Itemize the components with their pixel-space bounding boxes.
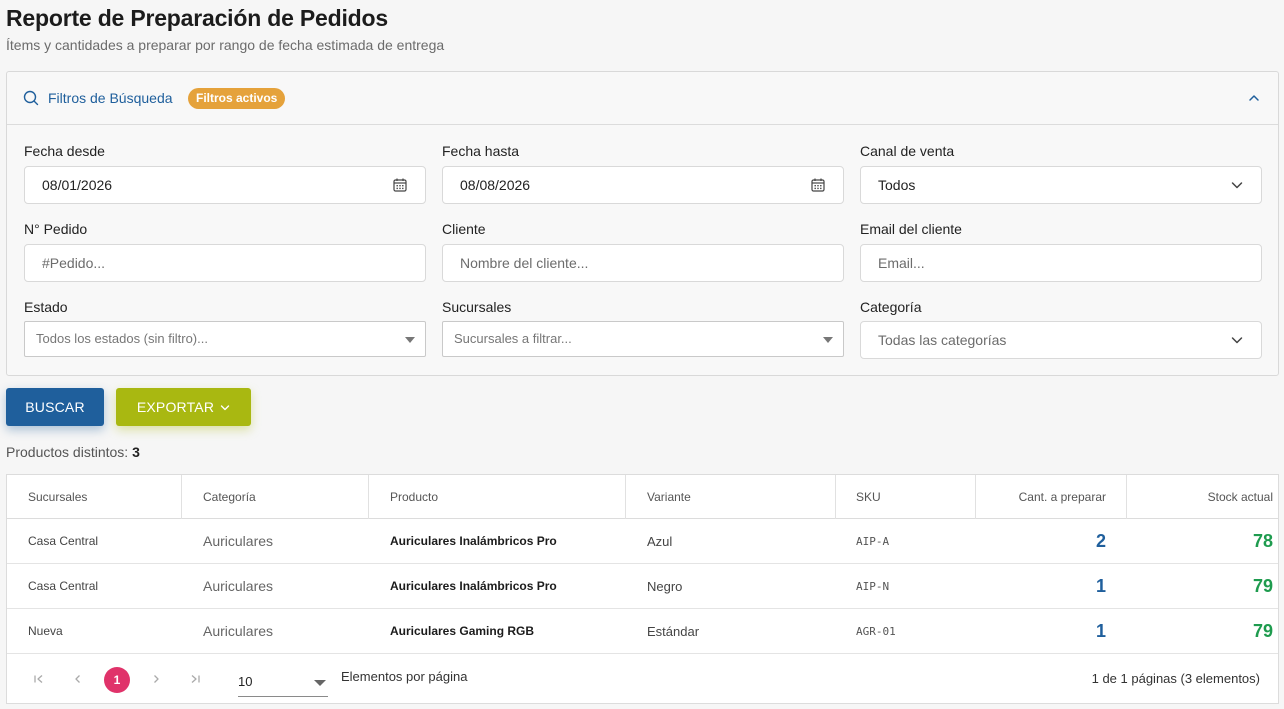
exportar-label: EXPORTAR xyxy=(136,399,215,415)
column-header-sku[interactable]: SKU xyxy=(856,475,881,519)
pagination: 1 10 Elementos por página 1 de 1 páginas… xyxy=(7,655,1278,705)
fecha-hasta-label: Fecha hasta xyxy=(442,143,520,159)
cell-categoria: Auriculares xyxy=(203,578,274,594)
chevron-up-icon[interactable] xyxy=(1248,92,1260,104)
table-row[interactable]: Nueva Auriculares Auriculares Gaming RGB… xyxy=(7,609,1278,654)
fecha-desde-value: 08/01/2026 xyxy=(42,177,113,193)
filter-panel: Filtros de Búsqueda Filtros activos Fech… xyxy=(6,71,1279,376)
sucursales-select[interactable]: Sucursales a filtrar... xyxy=(442,321,844,357)
estado-placeholder: Todos los estados (sin filtro)... xyxy=(36,331,208,346)
canal-label: Canal de venta xyxy=(860,143,955,159)
sucursales-label: Sucursales xyxy=(442,299,512,315)
distinct-products-label: Productos distintos: xyxy=(6,444,129,460)
page-size-value: 10 xyxy=(238,674,253,689)
categoria-placeholder: Todas las categorías xyxy=(878,332,1007,348)
filter-panel-header[interactable]: Filtros de Búsqueda Filtros activos xyxy=(7,72,1278,125)
first-page-icon[interactable] xyxy=(33,673,45,685)
last-page-icon[interactable] xyxy=(189,673,201,685)
buscar-button[interactable]: BUSCAR xyxy=(6,388,104,426)
active-filters-badge: Filtros activos xyxy=(188,88,286,109)
cell-producto: Auriculares Gaming RGB xyxy=(390,624,535,638)
calendar-icon[interactable] xyxy=(393,178,407,192)
fecha-hasta-input[interactable]: 08/08/2026 xyxy=(442,166,844,204)
column-divider xyxy=(181,475,182,519)
dropdown-arrow-icon xyxy=(314,680,326,686)
cell-stock: 79 xyxy=(1252,576,1273,596)
page-title: Reporte de Preparación de Pedidos xyxy=(6,5,388,31)
cell-sku: AIP-A xyxy=(856,535,890,548)
dropdown-arrow-icon xyxy=(405,337,415,343)
cell-sku: AGR-01 xyxy=(856,625,896,638)
page-size-select[interactable]: 10 xyxy=(238,667,328,697)
chevron-down-icon xyxy=(220,405,230,411)
chevron-down-icon xyxy=(1231,182,1243,189)
table-row[interactable]: Casa Central Auriculares Auriculares Ina… xyxy=(7,564,1278,609)
column-header-cantidad[interactable]: Cant. a preparar xyxy=(975,475,1106,519)
page-size-label: Elementos por página xyxy=(341,669,468,684)
column-header-sucursales[interactable]: Sucursales xyxy=(28,475,87,519)
prev-page-icon[interactable] xyxy=(72,673,84,685)
column-header-producto[interactable]: Producto xyxy=(390,475,438,519)
cell-sku: AIP-N xyxy=(856,580,890,593)
fecha-hasta-value: 08/08/2026 xyxy=(460,177,531,193)
sucursales-placeholder: Sucursales a filtrar... xyxy=(454,331,572,346)
calendar-icon[interactable] xyxy=(811,178,825,192)
cell-cantidad: 2 xyxy=(1095,531,1106,551)
cell-producto: Auriculares Inalámbricos Pro xyxy=(390,579,557,593)
cell-variante: Azul xyxy=(647,534,673,549)
pedido-label: N° Pedido xyxy=(24,221,88,237)
email-placeholder: Email... xyxy=(878,255,925,271)
fecha-desde-input[interactable]: 08/01/2026 xyxy=(24,166,426,204)
categoria-select[interactable]: Todas las categorías xyxy=(860,321,1262,359)
distinct-products-summary: Productos distintos: 3 xyxy=(6,444,140,460)
cliente-input[interactable]: Nombre del cliente... xyxy=(442,244,844,282)
cell-variante: Negro xyxy=(647,579,683,594)
email-input[interactable]: Email... xyxy=(860,244,1262,282)
fecha-desde-label: Fecha desde xyxy=(24,143,105,159)
results-table: Sucursales Categoría Producto Variante S… xyxy=(6,474,1279,704)
cell-stock: 78 xyxy=(1252,531,1273,551)
cell-cantidad: 1 xyxy=(1095,621,1106,641)
cell-categoria: Auriculares xyxy=(203,623,274,639)
table-row[interactable]: Casa Central Auriculares Auriculares Ina… xyxy=(7,519,1278,564)
email-label: Email del cliente xyxy=(860,221,962,237)
chevron-down-icon xyxy=(1231,337,1243,344)
cell-categoria: Auriculares xyxy=(203,533,274,549)
categoria-label: Categoría xyxy=(860,299,922,315)
column-divider xyxy=(835,475,836,519)
cell-producto: Auriculares Inalámbricos Pro xyxy=(390,534,557,548)
cell-sucursal: Nueva xyxy=(28,624,63,638)
table-header: Sucursales Categoría Producto Variante S… xyxy=(7,475,1278,519)
page-button-current[interactable]: 1 xyxy=(104,667,130,693)
estado-select[interactable]: Todos los estados (sin filtro)... xyxy=(24,321,426,357)
next-page-icon[interactable] xyxy=(150,673,162,685)
exportar-button[interactable]: EXPORTAR xyxy=(116,388,251,426)
cell-stock: 79 xyxy=(1252,621,1273,641)
filter-panel-title: Filtros de Búsqueda xyxy=(48,90,173,106)
pedido-placeholder: #Pedido... xyxy=(42,255,106,271)
distinct-products-count: 3 xyxy=(132,444,140,460)
canal-value: Todos xyxy=(878,177,916,193)
estado-label: Estado xyxy=(24,299,68,315)
cell-cantidad: 1 xyxy=(1095,576,1106,596)
column-header-variante[interactable]: Variante xyxy=(647,475,691,519)
cell-sucursal: Casa Central xyxy=(28,534,99,548)
cliente-placeholder: Nombre del cliente... xyxy=(460,255,589,271)
page-subtitle: Ítems y cantidades a preparar por rango … xyxy=(6,37,445,53)
cliente-label: Cliente xyxy=(442,221,486,237)
canal-select[interactable]: Todos xyxy=(860,166,1262,204)
search-icon xyxy=(23,90,39,106)
column-divider xyxy=(625,475,626,519)
cell-variante: Estándar xyxy=(647,624,700,639)
column-header-stock[interactable]: Stock actual xyxy=(1126,475,1273,519)
cell-sucursal: Casa Central xyxy=(28,579,99,593)
pagination-info: 1 de 1 páginas (3 elementos) xyxy=(1091,671,1260,686)
dropdown-arrow-icon xyxy=(823,337,833,343)
pedido-input[interactable]: #Pedido... xyxy=(24,244,426,282)
column-header-categoria[interactable]: Categoría xyxy=(203,475,256,519)
column-divider xyxy=(368,475,369,519)
